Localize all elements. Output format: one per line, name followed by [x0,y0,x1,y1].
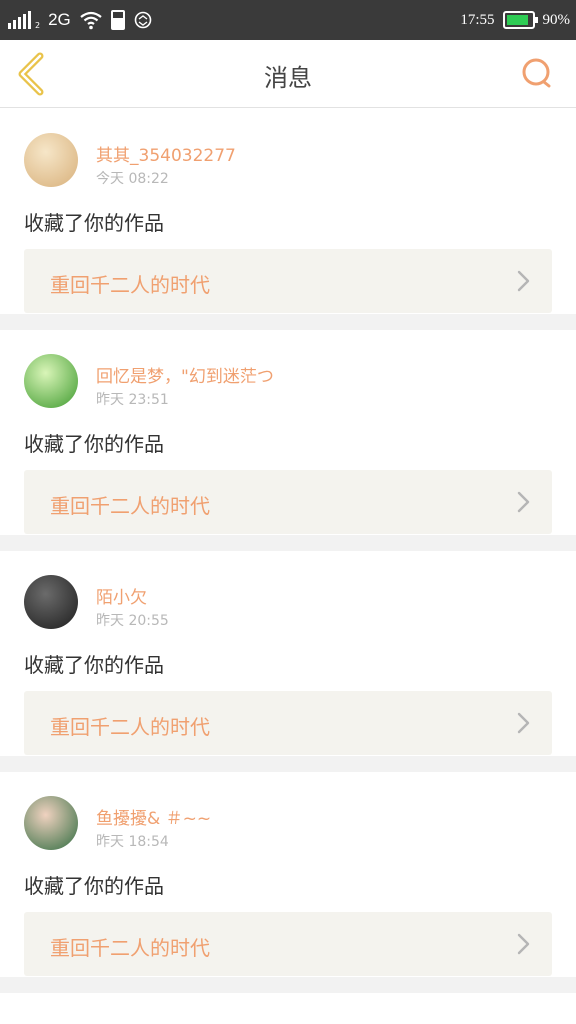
sync-icon [134,11,152,29]
message-card: 其其_354032277 今天 08:22 收藏了你的作品 重回千二人的时代 [0,109,576,330]
chevron-right-icon [517,712,530,734]
message-action: 收藏了你的作品 [24,432,164,456]
search-button[interactable] [520,56,554,90]
message-list: 其其_354032277 今天 08:22 收藏了你的作品 重回千二人的时代 回… [0,109,576,993]
phone-storage-icon [110,10,125,30]
page-title: 消息 [264,64,312,92]
app-header: 消息 [0,40,576,108]
message-action: 收藏了你的作品 [24,211,164,235]
battery-percent: 90% [542,11,571,28]
work-title: 重回千二人的时代 [50,273,210,297]
username[interactable]: 鱼擾擾& ＃~~ [96,804,211,829]
avatar[interactable] [24,354,78,408]
clock: 17:55 [460,11,495,28]
message-card: 鱼擾擾& ＃~~ 昨天 18:54 收藏了你的作品 重回千二人的时代 [0,772,576,993]
username[interactable]: 回忆是梦，"幻到迷茫つ [96,362,274,387]
avatar[interactable] [24,796,78,850]
work-link[interactable]: 重回千二人的时代 [24,249,552,313]
chevron-right-icon [517,933,530,955]
avatar[interactable] [24,575,78,629]
message-card: 陌小欠 昨天 20:55 收藏了你的作品 重回千二人的时代 [0,551,576,772]
work-link[interactable]: 重回千二人的时代 [24,912,552,976]
message-time: 昨天 23:51 [96,392,169,408]
avatar[interactable] [24,133,78,187]
signal-sub-label: 2 [35,20,41,30]
message-time: 昨天 18:54 [96,834,169,850]
username[interactable]: 其其_354032277 [96,141,236,166]
work-title: 重回千二人的时代 [50,494,210,518]
message-time: 昨天 20:55 [96,613,169,629]
network-type: 2G [48,10,71,29]
work-link[interactable]: 重回千二人的时代 [24,691,552,755]
username[interactable]: 陌小欠 [96,583,147,608]
message-action: 收藏了你的作品 [24,653,164,677]
signal-icon [8,11,31,29]
chevron-right-icon [517,270,530,292]
work-title: 重回千二人的时代 [50,715,210,739]
status-bar: 2 2G 17:55 90% [0,0,576,40]
work-link[interactable]: 重回千二人的时代 [24,470,552,534]
wifi-icon [80,11,102,30]
message-time: 今天 08:22 [96,171,169,187]
battery-icon [502,11,538,29]
message-action: 收藏了你的作品 [24,874,164,898]
chevron-right-icon [517,491,530,513]
message-card: 回忆是梦，"幻到迷茫つ 昨天 23:51 收藏了你的作品 重回千二人的时代 [0,330,576,551]
work-title: 重回千二人的时代 [50,936,210,960]
